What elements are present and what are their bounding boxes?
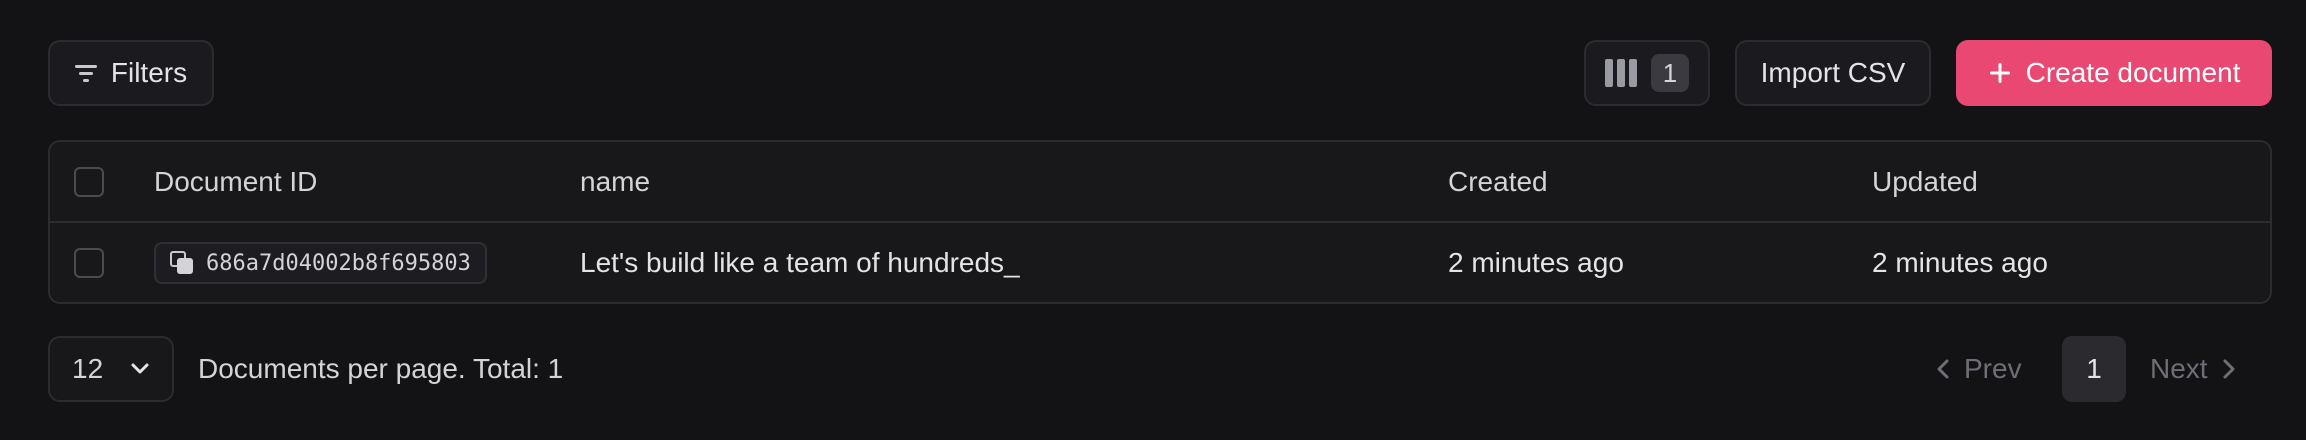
total-documents-text: Documents per page. Total: 1 bbox=[198, 353, 564, 384]
header-name[interactable]: name bbox=[580, 142, 650, 222]
prev-page-button[interactable]: Prev bbox=[1936, 336, 2022, 402]
create-document-button[interactable]: Create document bbox=[1956, 40, 2272, 106]
columns-button[interactable]: 1 bbox=[1584, 40, 1710, 106]
page-number-current[interactable]: 1 bbox=[2062, 336, 2126, 402]
plus-icon bbox=[1989, 63, 2010, 83]
document-id-cell: 686a7d04002b8f695803 bbox=[154, 223, 487, 302]
table-header-row: Document ID name Created Updated bbox=[50, 142, 2270, 223]
documents-table: Document ID name Created Updated 686a7d0… bbox=[48, 140, 2272, 304]
chevron-right-icon bbox=[2223, 359, 2235, 379]
next-label: Next bbox=[2150, 353, 2208, 384]
filters-button[interactable]: Filters bbox=[48, 40, 214, 106]
columns-count-badge: 1 bbox=[1651, 54, 1689, 92]
chevron-down-icon bbox=[131, 363, 149, 374]
document-id-text: 686a7d04002b8f695803 bbox=[206, 250, 471, 276]
header-document-id[interactable]: Document ID bbox=[154, 142, 317, 222]
table-row[interactable]: 686a7d04002b8f695803 Let's build like a … bbox=[50, 223, 2270, 302]
row-checkbox[interactable] bbox=[74, 248, 104, 278]
next-page-button[interactable]: Next bbox=[2150, 336, 2236, 402]
updated-cell: 2 minutes ago bbox=[1872, 247, 2048, 278]
chevron-left-icon bbox=[1937, 359, 1949, 379]
filters-label: Filters bbox=[110, 57, 188, 88]
create-document-label: Create document bbox=[2025, 57, 2241, 88]
per-page-value: 12 bbox=[72, 353, 104, 384]
created-cell: 2 minutes ago bbox=[1448, 247, 1624, 278]
header-created[interactable]: Created bbox=[1448, 142, 1548, 222]
import-csv-button[interactable]: Import CSV bbox=[1735, 40, 1931, 106]
filter-icon bbox=[74, 65, 97, 82]
copy-icon bbox=[170, 251, 194, 275]
select-all-checkbox[interactable] bbox=[74, 167, 104, 197]
prev-label: Prev bbox=[1964, 353, 2022, 384]
header-updated[interactable]: Updated bbox=[1872, 142, 1978, 222]
name-cell: Let's build like a team of hundreds_ bbox=[580, 247, 1020, 278]
columns-icon bbox=[1605, 59, 1637, 87]
copy-id-chip[interactable]: 686a7d04002b8f695803 bbox=[154, 242, 487, 284]
per-page-select[interactable]: 12 bbox=[48, 336, 174, 402]
